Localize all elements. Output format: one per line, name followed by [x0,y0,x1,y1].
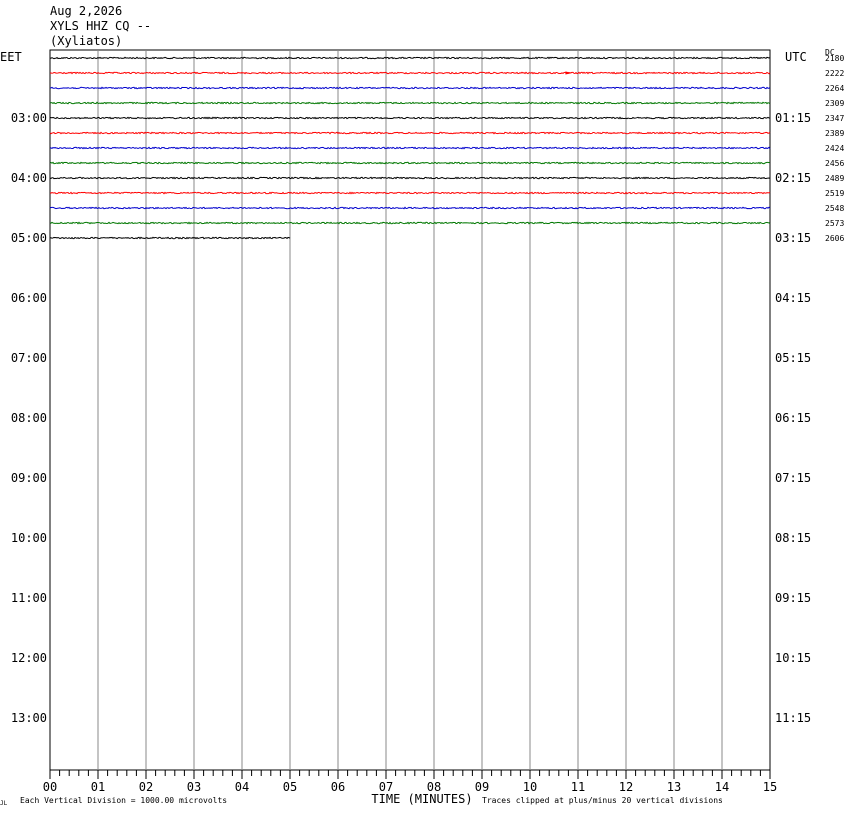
left-hour-label: 12:00 [11,651,47,665]
dc-offset-label: 2573 [825,219,844,228]
clip-note: Traces clipped at plus/minus 20 vertical… [482,796,723,805]
left-hour-label: 10:00 [11,531,47,545]
right-hour-label: 03:15 [775,231,811,245]
seismic-trace [49,191,771,195]
right-hour-label: 06:15 [775,411,811,425]
seismic-trace [49,101,771,105]
right-hour-label: 05:15 [775,351,811,365]
plot-frame [49,49,771,771]
left-hour-label: 07:00 [11,351,47,365]
x-tick-label: 09 [475,780,489,794]
dc-offset-label: 2606 [825,234,844,243]
dc-offset-label: 2222 [825,69,844,78]
right-hour-label: 08:15 [775,531,811,545]
left-hour-label: 13:00 [11,711,47,725]
dc-offset-label: 2264 [825,84,844,93]
left-hour-label: 08:00 [11,411,47,425]
right-hour-label: 10:15 [775,651,811,665]
seismic-trace [49,236,291,240]
x-tick-label: 05 [283,780,297,794]
seismic-trace [49,161,771,165]
left-hour-label: 04:00 [11,171,47,185]
dc-offset-label: 2309 [825,99,844,108]
right-hour-label: 04:15 [775,291,811,305]
seismic-trace [49,221,771,225]
seismic-trace [50,71,771,75]
corner-mark: JL [0,800,8,807]
x-tick-label: 10 [523,780,537,794]
left-timezone-label: EET [0,50,22,64]
dc-offset-label: 2489 [825,174,844,183]
x-tick-label: 14 [715,780,729,794]
left-hour-label: 09:00 [11,471,47,485]
x-tick-label: 06 [331,780,345,794]
x-tick-label: 03 [187,780,201,794]
dc-offset-label: 2389 [825,129,844,138]
vertical-division-note: Each Vertical Division = 1000.00 microvo… [20,796,227,805]
dc-offset-label: 2424 [825,144,844,153]
x-tick-label: 02 [139,780,153,794]
x-tick-label: 00 [43,780,57,794]
dc-offset-label: 2519 [825,189,844,198]
left-hour-label: 06:00 [11,291,47,305]
left-hour-label: 03:00 [11,111,47,125]
seismic-trace [49,206,771,210]
dc-offset-label: 2548 [825,204,844,213]
seismic-trace [49,86,771,90]
x-tick-label: 12 [619,780,633,794]
dc-offset-label: 2456 [825,159,844,168]
seismic-trace [49,56,771,60]
seismic-trace [49,116,771,120]
right-timezone-label: UTC [785,50,807,64]
seismic-trace [49,131,771,135]
helicorder-plot: 2180222222642309234723892424245624892519… [0,48,844,807]
seismic-trace [49,176,771,180]
right-hour-label: 09:15 [775,591,811,605]
dc-offset-label: 2347 [825,114,844,123]
left-hour-label: 11:00 [11,591,47,605]
x-tick-label: 13 [667,780,681,794]
x-tick-label: 01 [91,780,105,794]
x-tick-label: 11 [571,780,585,794]
right-hour-label: 01:15 [775,111,811,125]
right-hour-label: 11:15 [775,711,811,725]
left-hour-label: 05:00 [11,231,47,245]
x-tick-label: 04 [235,780,249,794]
right-hour-label: 02:15 [775,171,811,185]
right-hour-label: 07:15 [775,471,811,485]
dc-header-label: DC [825,48,835,57]
x-tick-label: 15 [763,780,777,794]
x-axis-title: TIME (MINUTES) [371,792,472,806]
seismic-trace [49,146,771,150]
